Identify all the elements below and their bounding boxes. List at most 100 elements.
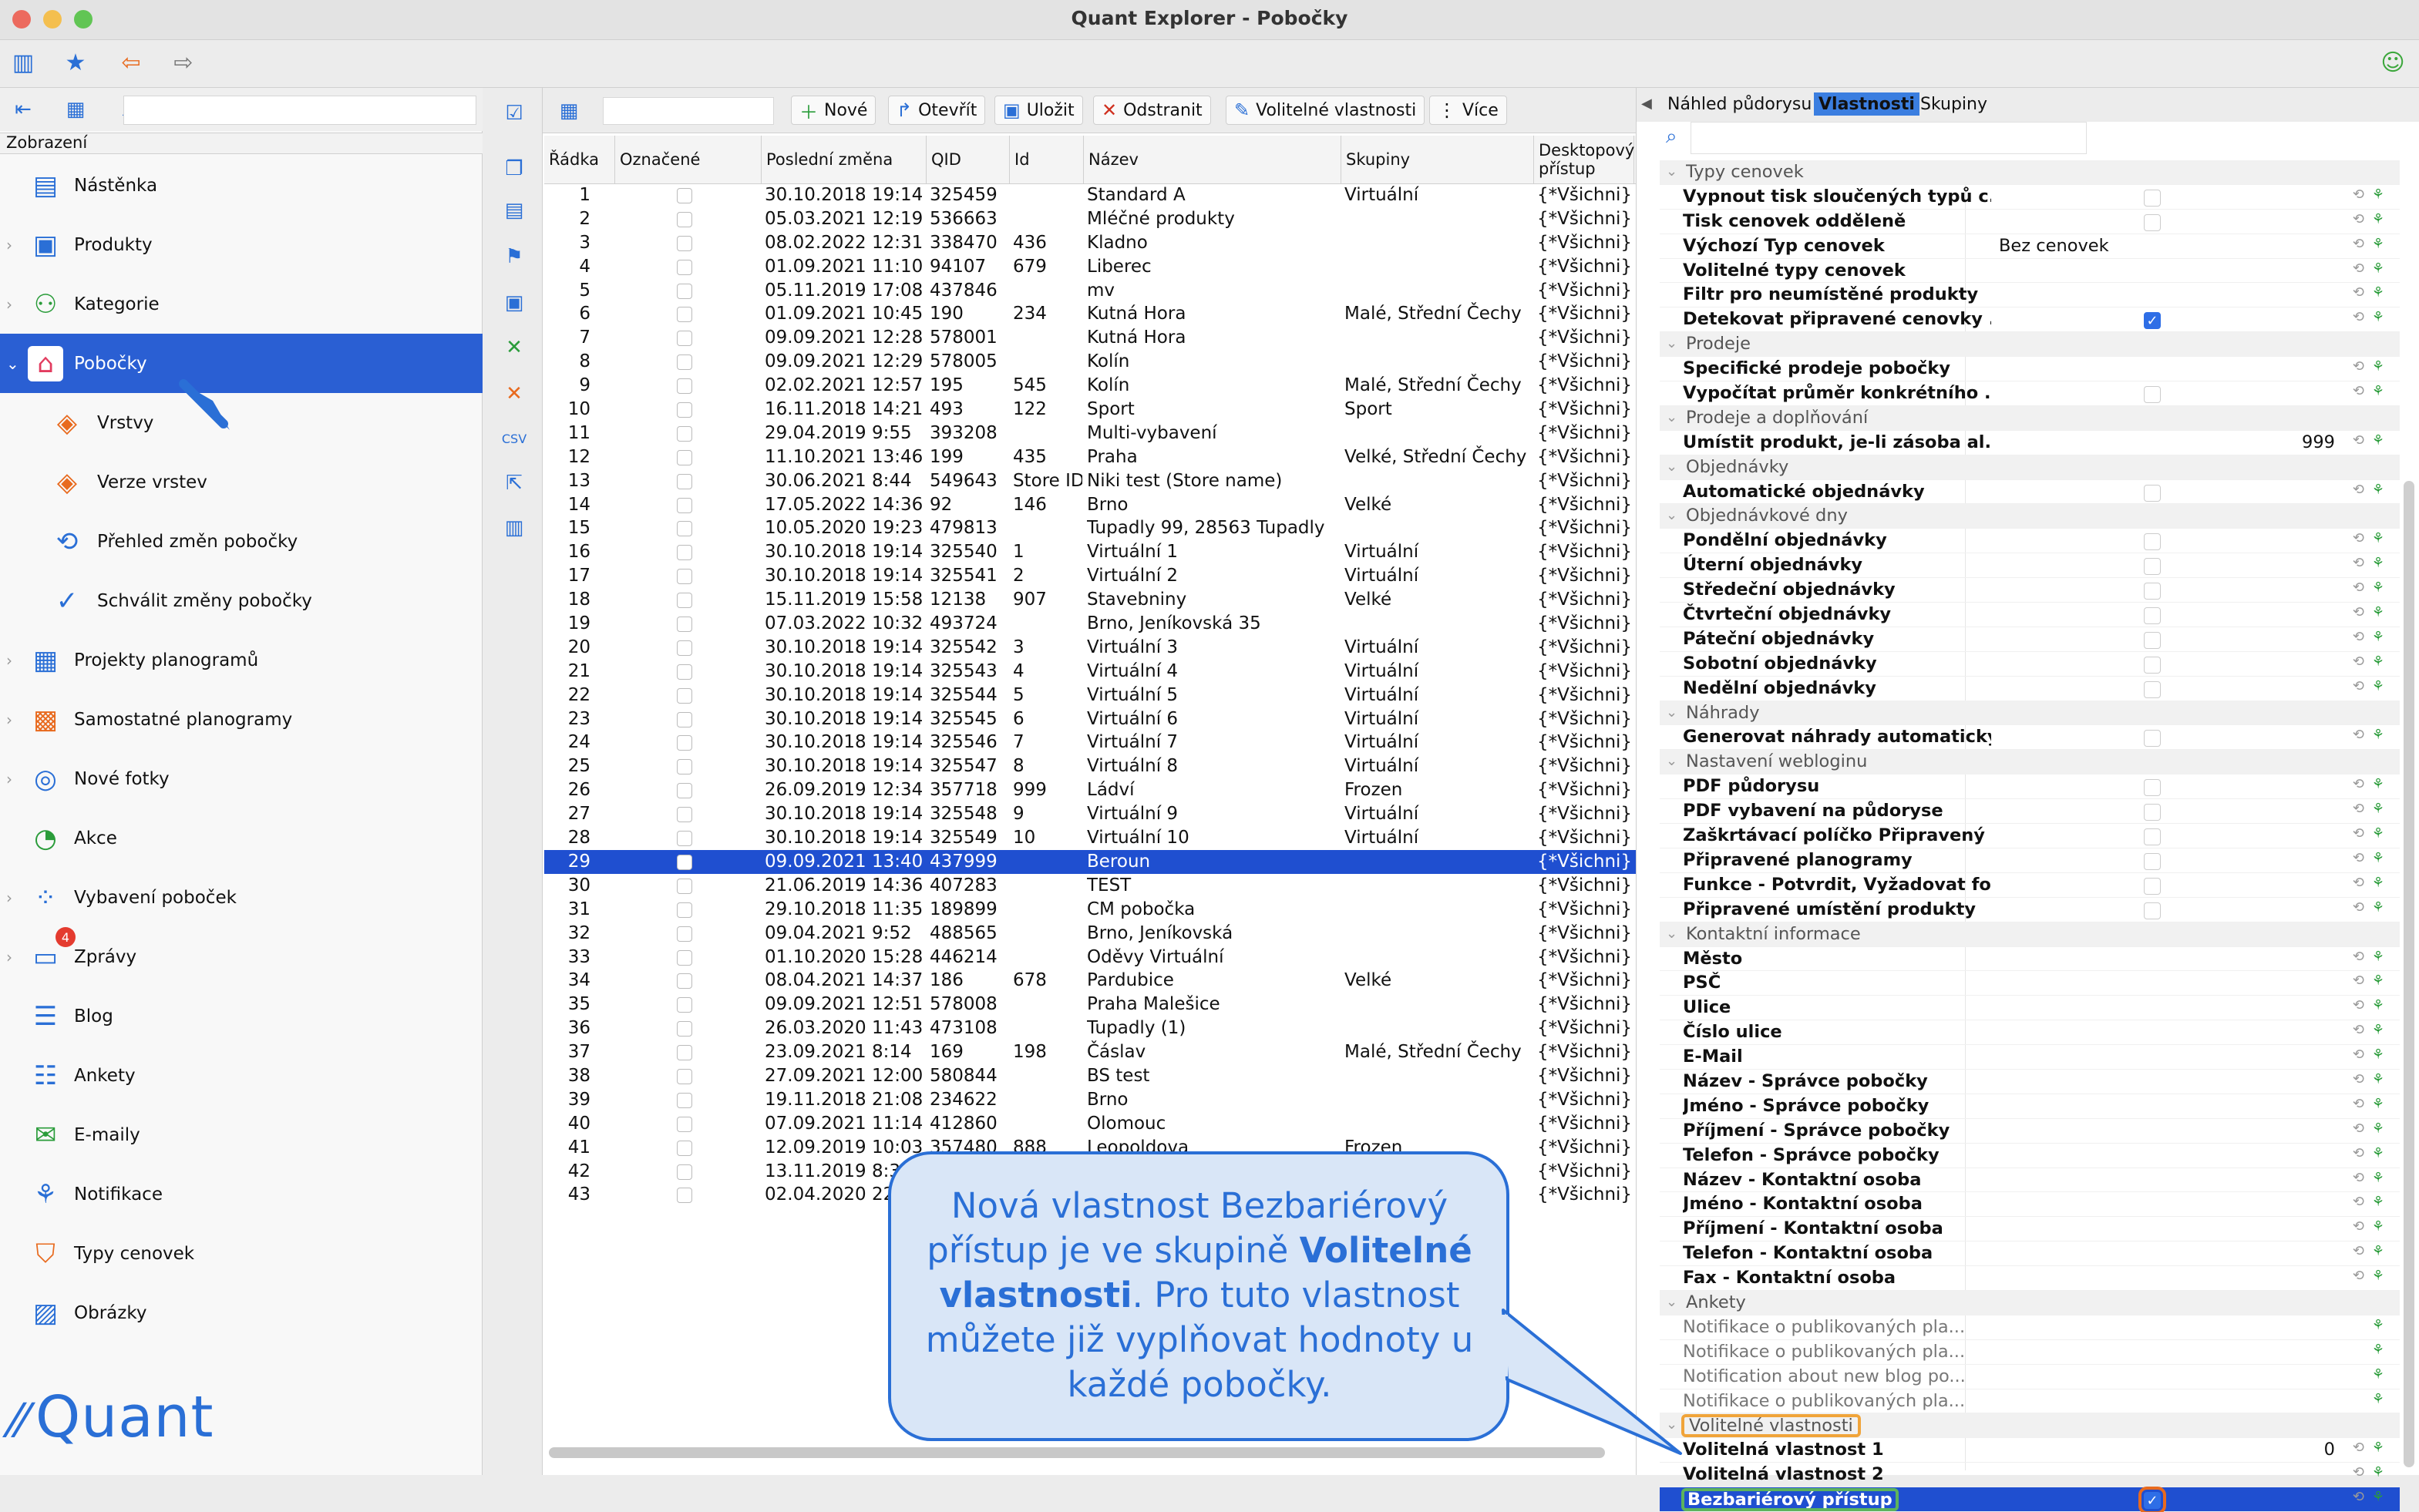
sidebar-item-17[interactable]: ✉ E-maily	[0, 1105, 483, 1164]
inherit-value-icon[interactable]: ⚘	[2372, 432, 2384, 449]
inherit-value-icon[interactable]: ⚘	[2372, 186, 2384, 203]
reset-value-icon[interactable]: ⟲	[2353, 825, 2364, 842]
property-row[interactable]: Ulice ⟲ ⚘	[1660, 996, 2400, 1021]
inherit-value-icon[interactable]: ⚘	[2372, 1022, 2384, 1038]
reset-value-icon[interactable]: ⟲	[2353, 358, 2364, 375]
reset-value-icon[interactable]: ⟲	[2353, 284, 2364, 301]
row-checkbox[interactable]	[677, 449, 692, 465]
row-checkbox[interactable]	[677, 593, 692, 609]
column-header[interactable]: Id	[1010, 136, 1084, 183]
row-checkbox[interactable]	[677, 188, 692, 203]
row-checkbox[interactable]	[677, 735, 692, 751]
more-button[interactable]: ⋮ Více	[1429, 96, 1507, 125]
save-button[interactable]: ▣ Uložit	[994, 96, 1083, 125]
property-row[interactable]: Detekovat připravené cenovky ... ✓ ⟲ ⚘	[1660, 307, 2400, 333]
reset-value-icon[interactable]: ⟲	[2353, 850, 2364, 866]
table-row[interactable]: 37 23.09.2021 8:14 169 198 Čáslav Malé, Střed…	[544, 1040, 1636, 1064]
inherit-value-icon[interactable]: ⚘	[2372, 801, 2384, 817]
chevron-icon[interactable]: ›	[6, 236, 12, 254]
row-checkbox[interactable]	[677, 521, 692, 537]
table-row[interactable]: 17 30.10.2018 19:14 325541 2 Virtuální 2 Virt…	[544, 564, 1636, 588]
group-chevron-icon[interactable]: ⌄	[1666, 455, 1677, 479]
row-checkbox[interactable]	[677, 617, 692, 633]
sidebar-item-18[interactable]: ⚘ Notifikace	[0, 1164, 483, 1224]
property-row[interactable]: Generovat náhrady automaticky ⟲ ⚘	[1660, 725, 2400, 751]
reset-value-icon[interactable]: ⟲	[2353, 973, 2364, 989]
reset-value-icon[interactable]: ⟲	[2353, 260, 2364, 277]
inherit-value-icon[interactable]: ⚘	[2372, 825, 2384, 842]
table-row[interactable]: 10 16.11.2018 14:21 493 122 Sport Sport {*Všic…	[544, 398, 1636, 422]
property-checkbox[interactable]	[2144, 828, 2161, 846]
property-checkbox[interactable]	[2144, 583, 2161, 600]
property-row[interactable]: Filtr pro neumístěné produkty ⟲ ⚘	[1660, 283, 2400, 308]
table-row[interactable]: 9 02.02.2021 12:57 195 545 Kolín Malé, Středn…	[544, 374, 1636, 398]
inherit-value-icon[interactable]: ⚘	[2372, 555, 2384, 571]
reset-value-icon[interactable]: ⟲	[2353, 383, 2364, 399]
sidebar-item-20[interactable]: ▨ Obrázky	[0, 1283, 483, 1342]
sidebar-item-8[interactable]: ✓ Schválit změny pobočky	[0, 571, 483, 630]
row-checkbox[interactable]	[677, 331, 692, 347]
property-group[interactable]: ⌄ Objednávkové dny	[1660, 504, 2400, 529]
forward-arrow-icon[interactable]: ⇨	[168, 47, 199, 78]
sidebar-item-10[interactable]: › ▩ Samostatné planogramy	[0, 690, 483, 749]
property-row[interactable]: Připravené umístění produkty ⟲ ⚘	[1660, 898, 2400, 922]
sidebar-search-input[interactable]	[123, 96, 476, 125]
custom-properties-button[interactable]: ✎ Volitelné vlastnosti	[1226, 96, 1425, 125]
property-group[interactable]: ⌄ Prodeje	[1660, 332, 2400, 358]
property-checkbox[interactable]	[2144, 607, 2161, 625]
reset-value-icon[interactable]: ⟲	[2353, 1268, 2364, 1284]
column-header[interactable]: Řádka	[544, 136, 615, 183]
row-checkbox[interactable]	[677, 1188, 692, 1204]
table-row[interactable]: 40 07.09.2021 11:14 412860 Olomouc {*Všichni…	[544, 1112, 1636, 1136]
reset-value-icon[interactable]: ⟲	[2353, 899, 2364, 916]
property-checkbox[interactable]	[2144, 877, 2161, 895]
row-checkbox[interactable]	[677, 569, 692, 585]
inherit-value-icon[interactable]: ⚘	[2372, 260, 2384, 277]
column-header[interactable]: QID	[927, 136, 1010, 183]
property-row[interactable]: Vypočítat průměr konkrétního ... ⟲ ⚘	[1660, 381, 2400, 406]
column-header[interactable]: Označené	[615, 136, 762, 183]
group-chevron-icon[interactable]: ⌄	[1666, 332, 1677, 355]
table-row[interactable]: 19 07.03.2022 10:32 493724 Brno, Jeníkovská…	[544, 612, 1636, 636]
inherit-value-icon[interactable]: ⚘	[2372, 580, 2384, 596]
property-row[interactable]: Specifické prodeje pobočky ⟲ ⚘	[1660, 357, 2400, 382]
collapse-left-icon[interactable]: ◀	[1641, 96, 1652, 112]
inherit-value-icon[interactable]: ⚘	[2372, 482, 2384, 498]
inherit-value-icon[interactable]: ⚘	[2372, 1440, 2384, 1456]
row-checkbox[interactable]	[677, 854, 692, 870]
inherit-value-icon[interactable]: ⚘	[2372, 358, 2384, 375]
sidebar-item-14[interactable]: › ▭ 4 Zprávy	[0, 927, 483, 986]
row-checkbox[interactable]	[677, 1140, 692, 1156]
table-row[interactable]: 4 01.09.2021 11:10 94107 679 Liberec {*Všichn…	[544, 255, 1636, 279]
inherit-value-icon[interactable]: ⚘	[2372, 654, 2384, 670]
property-value[interactable]: 0	[2324, 1438, 2335, 1461]
table-row[interactable]: 6 01.09.2021 10:45 190 234 Kutná Hora Malé, S…	[544, 302, 1636, 326]
map-flag-icon[interactable]: ⚑	[500, 242, 529, 271]
document-icon[interactable]: ▣	[500, 288, 529, 318]
property-checkbox[interactable]	[2144, 804, 2161, 822]
sidebar-item-12[interactable]: ◔ Akce	[0, 808, 483, 868]
row-checkbox[interactable]	[677, 783, 692, 799]
sidebar-item-9[interactable]: › ▦ Projekty planogramů	[0, 630, 483, 690]
row-checkbox[interactable]	[677, 664, 692, 680]
table-row[interactable]: 15 10.05.2020 19:23 479813 Tupadly 99, 2856…	[544, 516, 1636, 540]
inherit-value-icon[interactable]: ⚘	[2372, 309, 2384, 325]
property-row[interactable]: Příjmení - Správce pobočky ⟲ ⚘	[1660, 1119, 2400, 1144]
property-row[interactable]: Název - Kontaktní osoba ⟲ ⚘	[1660, 1168, 2400, 1193]
property-checkbox[interactable]	[2144, 558, 2161, 576]
property-row[interactable]: Fax - Kontaktní osoba ⟲ ⚘	[1660, 1266, 2400, 1291]
property-row[interactable]: Funkce - Potvrdit, Vyžadovat fo... ⟲ ⚘	[1660, 873, 2400, 898]
inherit-value-icon[interactable]: ⚘	[2372, 530, 2384, 546]
reset-value-icon[interactable]: ⟲	[2353, 1071, 2364, 1087]
inherit-value-icon[interactable]: ⚘	[2372, 997, 2384, 1013]
properties-search-input[interactable]	[1691, 122, 2087, 154]
inherit-value-icon[interactable]: ⚘	[2372, 1170, 2384, 1186]
group-chevron-icon[interactable]: ⌄	[1666, 1291, 1677, 1314]
row-checkbox[interactable]	[677, 640, 692, 656]
horizontal-scrollbar[interactable]	[549, 1447, 1605, 1458]
property-checkbox[interactable]	[2144, 631, 2161, 649]
property-row[interactable]: Volitelná vlastnost 2 ⟲ ⚘	[1660, 1463, 2400, 1488]
property-row[interactable]: Telefon - Správce pobočky ⟲ ⚘	[1660, 1144, 2400, 1168]
property-row[interactable]: Čtvrteční objednávky ⟲ ⚘	[1660, 603, 2400, 627]
sidebar-item-7[interactable]: ⟲ Přehled změn pobočky	[0, 512, 483, 571]
